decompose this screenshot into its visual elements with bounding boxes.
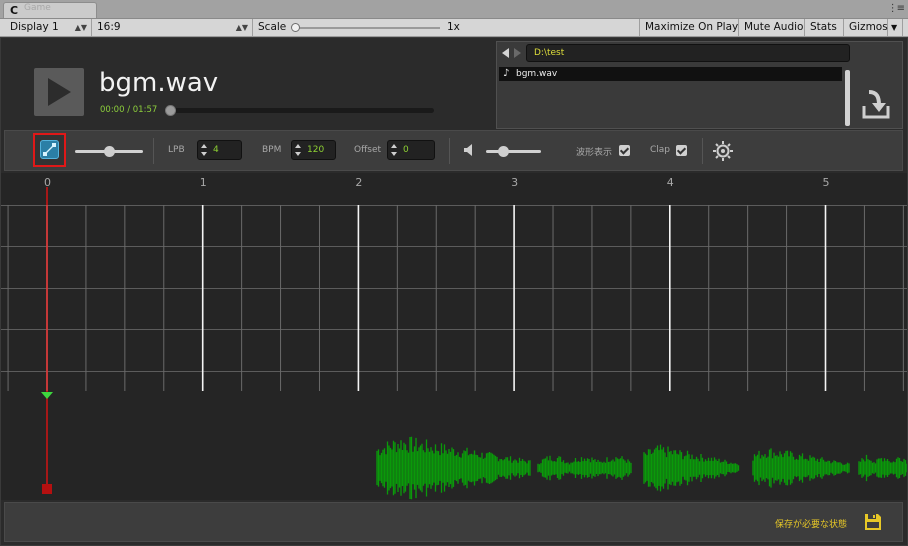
- playback-time: 00:00 / 01:57: [100, 105, 158, 115]
- playhead-handle[interactable]: [42, 484, 52, 494]
- game-view-toolbar: Display 1 ▲▼ 16:9 ▲▼ Scale 1x Maximize O…: [0, 19, 908, 37]
- mute-audio-toggle[interactable]: Mute Audio: [739, 19, 805, 36]
- scale-slider-track[interactable]: [298, 27, 440, 29]
- scale-label: Scale: [258, 21, 287, 33]
- play-icon: [48, 78, 71, 106]
- lpb-label: LPB: [168, 145, 185, 155]
- spin-arrows-icon[interactable]: [295, 144, 301, 156]
- maximize-on-play-label: Maximize On Play: [645, 21, 739, 33]
- stats-toggle[interactable]: Stats: [805, 19, 844, 36]
- unity-logo-icon: C: [10, 4, 19, 17]
- status-bar: 保存が必要な状態: [4, 502, 903, 542]
- playhead-marker[interactable]: [41, 392, 53, 399]
- separator: [153, 138, 154, 164]
- lpb-value: 4: [213, 145, 219, 155]
- editor-tab-bar: C Game ⋮≡: [0, 0, 908, 19]
- game-view: bgm.wav 00:00 / 01:57 D:\test ♪ bgm.wav: [0, 37, 908, 546]
- display-dropdown[interactable]: Display 1 ▲▼: [5, 19, 92, 36]
- dropdown-arrow-icon: ▼: [891, 23, 898, 32]
- playhead[interactable]: [1, 173, 908, 500]
- display-dropdown-label: Display 1: [10, 21, 59, 33]
- music-note-icon: ♪: [503, 68, 510, 79]
- dropdown-arrow-icon: ▲▼: [74, 23, 87, 32]
- aspect-dropdown[interactable]: 16:9 ▲▼: [92, 19, 253, 36]
- edit-mode-button[interactable]: [33, 133, 66, 167]
- file-list-item-name: bgm.wav: [516, 69, 558, 79]
- offset-label: Offset: [354, 145, 382, 155]
- offset-field[interactable]: 0: [387, 140, 435, 160]
- bpm-label: BPM: [262, 145, 282, 155]
- offset-value: 0: [403, 145, 409, 155]
- scale-slider-handle[interactable]: [291, 23, 300, 32]
- file-browser: D:\test ♪ bgm.wav: [496, 41, 903, 129]
- mute-audio-label: Mute Audio: [744, 21, 804, 33]
- file-list-item[interactable]: ♪ bgm.wav: [499, 67, 842, 81]
- maximize-on-play-toggle[interactable]: Maximize On Play: [640, 19, 739, 36]
- save-icon[interactable]: [864, 513, 882, 531]
- bpm-value: 120: [307, 145, 325, 155]
- gizmos-toggle[interactable]: Gizmos: [844, 19, 888, 36]
- bpm-field[interactable]: 120: [291, 140, 336, 160]
- status-text: 保存が必要な状態: [774, 520, 847, 530]
- seek-bar[interactable]: [169, 108, 434, 113]
- gizmos-label: Gizmos: [849, 21, 888, 33]
- directory-path-input[interactable]: D:\test: [526, 44, 850, 62]
- waveform-toggle-label: 波形表示: [576, 148, 613, 158]
- scale-value: 1x: [447, 21, 460, 33]
- speaker-icon: [464, 144, 472, 156]
- lpb-field[interactable]: 4: [197, 140, 242, 160]
- stats-label: Stats: [810, 21, 837, 33]
- file-title: bgm.wav: [99, 68, 219, 98]
- gizmos-dropdown[interactable]: ▼: [888, 19, 903, 36]
- game-tab-label: Game: [24, 3, 51, 13]
- back-arrow-icon[interactable]: [502, 48, 509, 58]
- import-icon[interactable]: [861, 89, 891, 121]
- separator: [449, 138, 450, 164]
- play-button[interactable]: [34, 68, 84, 116]
- clap-toggle-label: Clap: [650, 145, 671, 155]
- spin-arrows-icon[interactable]: [391, 144, 397, 156]
- settings-gear-icon[interactable]: [712, 140, 734, 162]
- volume-slider-handle[interactable]: [497, 146, 509, 157]
- seek-handle[interactable]: [165, 105, 176, 116]
- aspect-dropdown-label: 16:9: [97, 21, 121, 33]
- forward-arrow-icon[interactable]: [514, 48, 521, 58]
- game-tab[interactable]: C Game: [3, 2, 97, 18]
- editor-control-bar: LPB 4 BPM 120 Offset 0 波形表示 Clap: [4, 130, 903, 171]
- file-list-scrollbar[interactable]: [845, 70, 850, 126]
- spin-arrows-icon[interactable]: [201, 144, 207, 156]
- separator: [702, 138, 703, 164]
- tab-menu-icon[interactable]: ⋮≡: [888, 3, 905, 14]
- clap-checkbox[interactable]: [676, 145, 687, 156]
- waveform-checkbox[interactable]: [619, 145, 630, 156]
- volume-slider-track[interactable]: [486, 150, 541, 153]
- curve-edit-icon: [40, 140, 59, 159]
- timeline-area[interactable]: 012345: [1, 173, 908, 500]
- zoom-slider-handle[interactable]: [104, 146, 115, 157]
- dropdown-arrow-icon: ▲▼: [235, 23, 248, 32]
